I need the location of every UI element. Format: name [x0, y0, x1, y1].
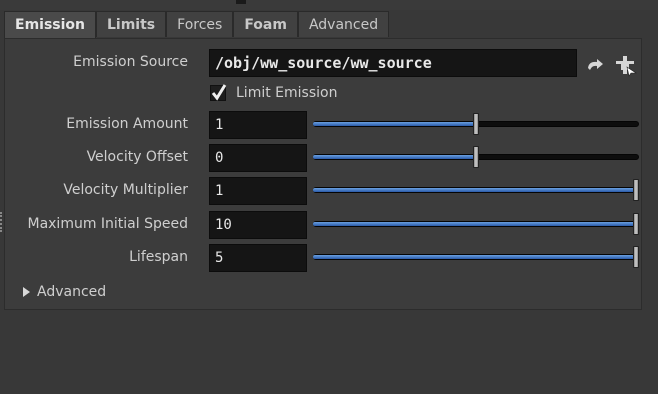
slider-handle[interactable] — [473, 113, 479, 135]
emission-amount-slider[interactable] — [313, 113, 639, 135]
slider-handle[interactable] — [633, 246, 639, 268]
tab-emission[interactable]: Emission — [4, 11, 96, 39]
tab-forces[interactable]: Forces — [166, 11, 234, 37]
slider-handle[interactable] — [633, 213, 639, 235]
tab-foam[interactable]: Foam — [233, 11, 298, 37]
emission-amount-field[interactable]: 1 — [209, 111, 307, 139]
lifespan-field[interactable]: 5 — [209, 244, 307, 272]
emission-panel — [4, 38, 642, 310]
emission-source-label: Emission Source — [73, 54, 188, 70]
advanced-section-header[interactable]: Advanced — [37, 284, 106, 300]
emission-amount-label: Emission Amount — [66, 116, 188, 132]
lifespan-label: Lifespan — [129, 249, 188, 265]
tab-limits[interactable]: Limits — [96, 11, 167, 37]
maximum-initial-speed-label: Maximum Initial Speed — [27, 216, 188, 232]
velocity-offset-field[interactable]: 0 — [209, 144, 307, 172]
tab-bar: Emission Limits Forces Foam Advanced — [4, 11, 390, 39]
lifespan-slider[interactable] — [313, 246, 639, 268]
top-strip — [0, 0, 658, 10]
velocity-multiplier-label: Velocity Multiplier — [63, 182, 188, 198]
velocity-multiplier-slider[interactable] — [313, 179, 639, 201]
top-handle — [236, 0, 246, 4]
slider-handle[interactable] — [633, 179, 639, 201]
emission-source-field[interactable]: /obj/ww_source/ww_source — [209, 49, 577, 77]
velocity-multiplier-field[interactable]: 1 — [209, 177, 307, 205]
velocity-offset-slider[interactable] — [313, 146, 639, 168]
maximum-initial-speed-field[interactable]: 10 — [209, 211, 307, 239]
maximum-initial-speed-slider[interactable] — [313, 213, 639, 235]
tab-advanced[interactable]: Advanced — [297, 11, 390, 37]
node-chooser-icon[interactable] — [614, 55, 637, 77]
slider-handle[interactable] — [473, 146, 479, 168]
velocity-offset-label: Velocity Offset — [86, 149, 188, 165]
resize-handle[interactable] — [0, 212, 4, 232]
jump-arrow-icon[interactable] — [585, 55, 607, 75]
limit-emission-label: Limit Emission — [236, 85, 338, 101]
expand-triangle-icon[interactable] — [23, 287, 30, 297]
limit-emission-checkbox[interactable] — [210, 84, 227, 101]
